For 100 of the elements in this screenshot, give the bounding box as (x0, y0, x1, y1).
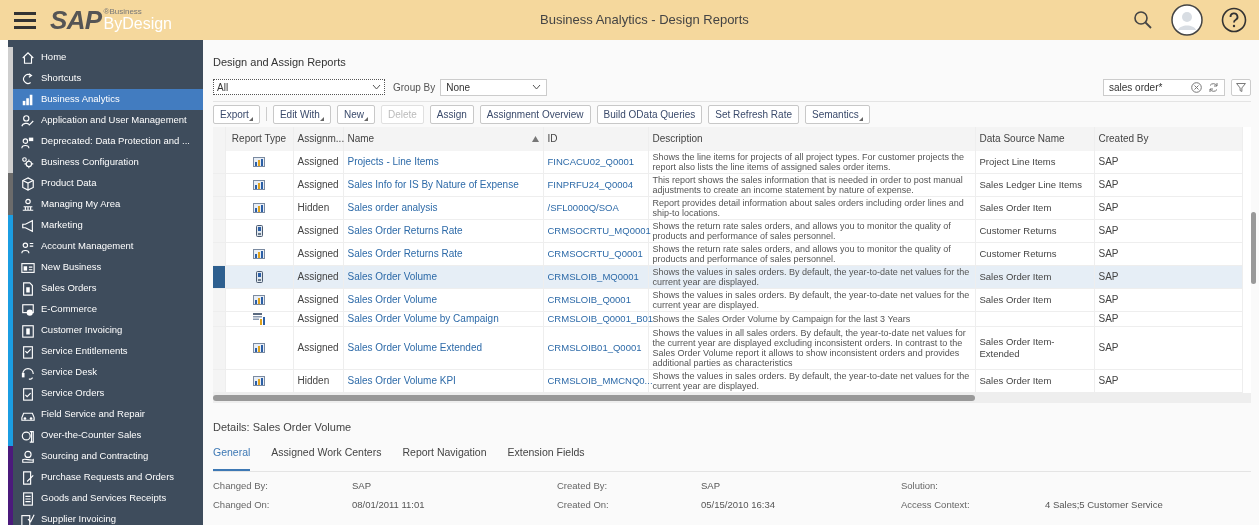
chart-report-icon (253, 342, 265, 353)
report-link[interactable]: Sales Order Volume (347, 293, 437, 305)
search-field[interactable]: sales order* (1103, 78, 1225, 96)
chart-report-icon (253, 156, 265, 167)
tab[interactable]: General (213, 445, 251, 471)
report-id-link[interactable]: CRMSLOIB01_Q0001 (547, 341, 642, 353)
report-link[interactable]: Sales Order Volume by Campaign (347, 312, 499, 324)
table-cell: Customer Returns (979, 224, 1057, 236)
table-cell-text: Report provides detail information about sales orders including order lines and ship-to locations. (652, 197, 965, 218)
sidebar-item[interactable]: Field Service and Repair (13, 404, 203, 425)
table-row[interactable] (213, 326, 1243, 369)
toolbar-button[interactable]: Set Refresh Rate (708, 104, 799, 124)
sidebar-item[interactable]: Over-the-Counter Sales (13, 425, 203, 446)
column-header[interactable]: Data Source Name (979, 131, 1065, 146)
table-row[interactable]: Hidden Sales order analysis /SFL0000Q/SOA Report provides detail information about sales orders including order lines and ship-to locations. Sales Order Item SAP (213, 196, 1243, 219)
toolbar-button[interactable]: Assign (429, 104, 474, 124)
table-row[interactable]: Assigned Sales Order Returns Rate CRMSOCRTU_MQ0001 Shows the return rate sales orders, and allows you to monitor the quality of products and performance of sales personnel. Customer Returns SAP (213, 219, 1243, 242)
sidebar-item[interactable]: Marketing (13, 215, 203, 236)
report-id-link[interactable]: CRMSLOIB_Q0001_B01 (547, 312, 654, 324)
sidebar-item[interactable]: E-Commerce (13, 299, 203, 320)
sidebar-item[interactable]: Business Configuration (13, 152, 203, 173)
report-id-link[interactable]: FINPRFU24_Q0004 (547, 178, 634, 190)
sidebar-item[interactable]: Sales Orders (13, 278, 203, 299)
toolbar-button[interactable]: New (336, 104, 375, 124)
scrollbar-thumb[interactable] (213, 394, 975, 401)
report-id-link[interactable]: CRMSOCRTU_Q0001 (547, 247, 643, 259)
search-icon[interactable] (1133, 10, 1153, 30)
sidebar-item[interactable]: Goods and Services Receipts (13, 488, 203, 509)
sidebar-item[interactable]: Account Management (13, 236, 203, 257)
report-link[interactable]: Sales Order Volume KPI (347, 374, 456, 386)
menu-caret-icon (319, 116, 324, 121)
sidebar-item[interactable]: Customer Invoicing (13, 320, 203, 341)
table-row[interactable]: Hidden Sales Order Volume KPI CRMSLOIB_MMCNQ0...Shows the values in sales orders. By default, the year-to-date net values for the current year are displayed. Sales Order Item SAP (213, 369, 1243, 392)
sidebar-item[interactable]: Service Entitlements (13, 341, 203, 362)
report-link[interactable]: Sales Order Volume Extended (347, 341, 483, 353)
table-cell: Sales Order Item-Extended (979, 335, 1055, 359)
field-value: SAP (352, 479, 371, 491)
report-link[interactable]: Sales Order Volume (347, 270, 437, 282)
table-cell: SAP (1098, 293, 1119, 305)
table-row[interactable]: Assigned Sales Order Returns Rate CRMSOCRTU_Q0001 Shows the return rate sales orders, and allows you to monitor the quality of products and performance of sales personnel. Customer Returns SAP (213, 242, 1243, 265)
toolbar-button[interactable]: Edit With (272, 104, 331, 124)
sidebar-item[interactable]: Deprecated: Data Protection and ... (13, 131, 203, 152)
sidebar-item[interactable]: Supplier Invoicing (13, 509, 203, 525)
toolbar-button[interactable]: Build OData Queries (596, 104, 703, 124)
sidebar-item[interactable]: Business Analytics (13, 89, 203, 110)
filter-dropdown[interactable]: All (213, 79, 385, 95)
table-row[interactable]: Assigned Sales Order Volume CRMSLOIB_Q0001 Shows the values in sales orders. By default, the year-to-date net values for the current year are displayed. Sales Order Item SAP (213, 288, 1243, 311)
report-id-link[interactable]: CRMSOCRTU_MQ0001 (547, 224, 651, 236)
report-id-link[interactable]: CRMSLOIB_MQ0001 (547, 270, 639, 282)
report-id-link[interactable]: CRMSLOIB_MMCNQ0... (547, 374, 653, 386)
column-header[interactable]: Assignm... (297, 131, 345, 146)
refresh-icon[interactable] (1208, 81, 1219, 93)
clear-icon[interactable] (1191, 81, 1202, 93)
table-row[interactable] (213, 150, 1243, 173)
report-id-link[interactable]: FINCACU02_Q0001 (547, 155, 635, 167)
toolbar-button[interactable]: Semantics (805, 104, 870, 124)
sidebar-item[interactable]: Product Data (13, 173, 203, 194)
chevron-down-icon (532, 84, 542, 90)
sidebar-item[interactable]: Sourcing and Contracting (13, 446, 203, 467)
report-id-link[interactable]: CRMSLOIB_Q0001 (547, 293, 631, 305)
sidebar-item[interactable]: Purchase Requests and Orders (13, 467, 203, 488)
report-link[interactable]: Sales Order Returns Rate (347, 247, 463, 259)
sidebar-item[interactable]: Application and User Management (13, 110, 203, 131)
tab[interactable]: Assigned Work Centers (271, 445, 382, 471)
tab[interactable]: Report Navigation (402, 445, 487, 471)
field-label: Access Context: (901, 498, 971, 512)
column-header[interactable]: Created By (1098, 131, 1149, 146)
column-header[interactable]: Name (347, 131, 375, 146)
sidebar-item[interactable]: New Business (13, 257, 203, 278)
menu-caret-icon (858, 116, 863, 121)
sort-ascending-icon[interactable] (531, 135, 539, 142)
table-row[interactable] (213, 173, 1243, 196)
sidebar-item[interactable]: Service Orders (13, 383, 203, 404)
sidebar-item[interactable]: Service Desk (13, 362, 203, 383)
report-link[interactable]: Projects - Line Items (347, 155, 439, 167)
sidebar-item[interactable]: Home (13, 47, 203, 68)
group-by-dropdown[interactable]: None (440, 78, 548, 96)
menu-icon[interactable] (14, 11, 36, 29)
table-chart-report-icon (252, 312, 266, 325)
document-pen-icon (21, 470, 35, 485)
table-row[interactable]: Assigned Sales Order Volume CRMSLOIB_MQ0001 Shows the values in sales orders. By default, the year-to-date net values for the current year are displayed. Sales Order Item SAP (213, 265, 1243, 288)
help-icon[interactable] (1221, 7, 1247, 33)
column-header[interactable]: Description (652, 131, 703, 146)
chart-report-icon (253, 294, 265, 305)
column-header[interactable]: Report Type (231, 131, 287, 146)
scrollbar-thumb[interactable] (1251, 211, 1256, 284)
report-link[interactable]: Sales Info for IS By Nature of Expense (347, 178, 519, 190)
avatar-icon[interactable] (1171, 4, 1203, 36)
toolbar-button[interactable]: Export (213, 104, 260, 124)
report-link[interactable]: Sales Order Returns Rate (347, 224, 463, 236)
chart-report-icon (253, 248, 265, 259)
report-link[interactable]: Sales order analysis (347, 201, 438, 213)
column-header[interactable]: ID (547, 131, 558, 146)
sidebar-item[interactable]: Managing My Area (13, 194, 203, 215)
table-cell: Sales Order Item (979, 374, 1052, 386)
sidebar-item[interactable]: Shortcuts (13, 68, 203, 89)
tab[interactable]: Extension Fields (507, 445, 585, 471)
toolbar-button[interactable]: Assignment Overview (479, 104, 591, 124)
filter-icon[interactable] (1231, 78, 1251, 96)
report-id-link[interactable]: /SFL0000Q/SOA (547, 201, 619, 213)
